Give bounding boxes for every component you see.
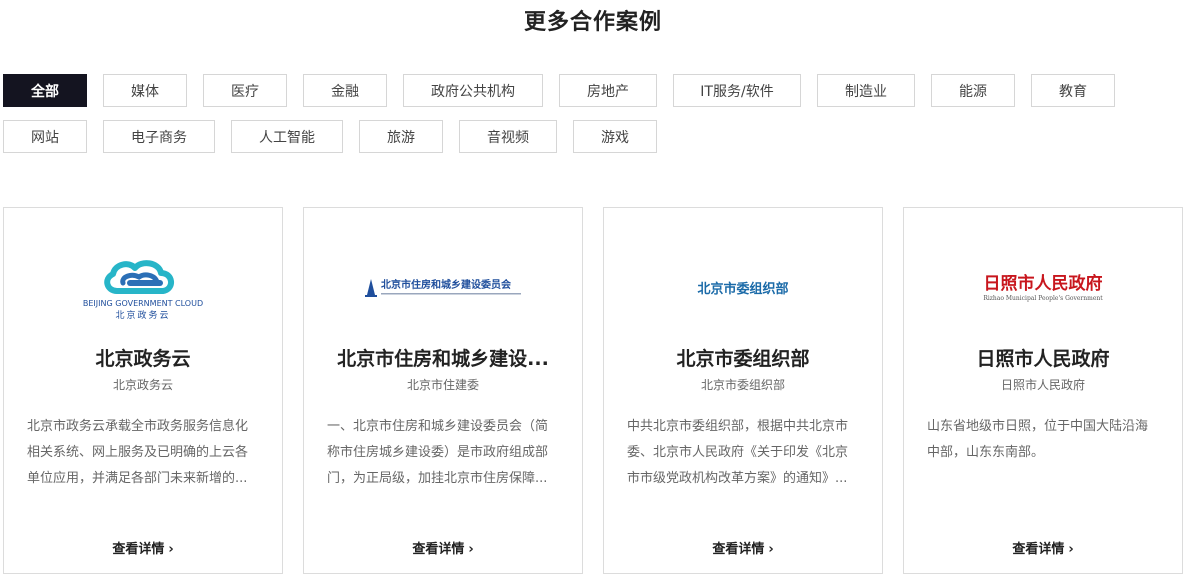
filter-tag-medical[interactable]: 医疗 — [203, 74, 287, 107]
case-card[interactable]: 北京市委组织部 北京市委组织部 北京市委组织部 中共北京市委组织部，根据中共北京… — [603, 207, 883, 574]
logo-en-text: Rizhao Municipal People's Government — [983, 295, 1103, 302]
case-cards: BEIJING GOVERNMENT CLOUD 北京政务云 北京政务云 北京政… — [3, 207, 1183, 574]
logo-cn-text: 北京政务云 — [115, 309, 170, 321]
filter-tag-ai[interactable]: 人工智能 — [231, 120, 343, 153]
card-title: 日照市人民政府 — [976, 348, 1110, 370]
card-description: 山东省地级市日照，位于中国大陆沿海中部，山东东南部。 — [927, 419, 1149, 460]
filter-row-1: 全部 媒体 医疗 金融 政府公共机构 房地产 IT服务/软件 制造业 能源 教育 — [3, 74, 1186, 107]
card-title: 北京市委组织部 — [676, 348, 810, 370]
filter-tag-ecommerce[interactable]: 电子商务 — [103, 120, 215, 153]
card-subtitle: 北京政务云 — [112, 378, 173, 392]
chevron-right-icon: › — [168, 542, 174, 557]
case-card[interactable]: 北京市住房和城乡建设委员会 北京市住房和城乡建设... 北京市住建委 一、北京市… — [303, 207, 583, 574]
chevron-right-icon: › — [1068, 542, 1074, 557]
logo-cn-text: 北京市住房和城乡建设委员会 — [381, 278, 511, 291]
view-details-label: 查看详情 — [412, 542, 465, 557]
view-details-link[interactable]: 查看详情 › — [604, 538, 882, 557]
case-card[interactable]: BEIJING GOVERNMENT CLOUD 北京政务云 北京政务云 北京政… — [3, 207, 283, 574]
filter-tag-all[interactable]: 全部 — [3, 74, 87, 107]
filter-tag-travel[interactable]: 旅游 — [359, 120, 443, 153]
view-details-label: 查看详情 — [712, 542, 765, 557]
card-description: 北京市政务云承载全市政务服务信息化相关系统、网上服务及已明确的上云各单位应用，并… — [27, 419, 249, 486]
beijing-housing-logo: 北京市住房和城乡建设委员会 — [304, 238, 582, 338]
case-card[interactable]: 日照市人民政府 Rizhao Municipal People's Govern… — [903, 207, 1183, 574]
housing-emblem-icon: 北京市住房和城乡建设委员会 — [365, 278, 521, 297]
filter-tag-real-estate[interactable]: 房地产 — [559, 74, 657, 107]
chevron-right-icon: › — [768, 542, 774, 557]
logo-cn-text: 日照市人民政府 — [984, 273, 1103, 294]
filter-tag-media[interactable]: 媒体 — [103, 74, 187, 107]
card-description: 一、北京市住房和城乡建设委员会（简称市住房城乡建设委）是市政府组成部门，为正局级… — [327, 419, 549, 486]
filter-tag-audio-video[interactable]: 音视频 — [459, 120, 557, 153]
filter-tag-website[interactable]: 网站 — [3, 120, 87, 153]
filter-row-2: 网站 电子商务 人工智能 旅游 音视频 游戏 — [3, 120, 1186, 153]
filter-tag-energy[interactable]: 能源 — [931, 74, 1015, 107]
card-subtitle: 北京市委组织部 — [700, 378, 785, 392]
filter-tag-games[interactable]: 游戏 — [573, 120, 657, 153]
card-subtitle: 北京市住建委 — [406, 378, 479, 392]
logo-en-text: BEIJING GOVERNMENT CLOUD — [83, 299, 203, 308]
view-details-label: 查看详情 — [112, 542, 165, 557]
org-dept-logo-icon: 北京市委组织部 — [697, 281, 788, 297]
card-title: 北京政务云 — [95, 348, 191, 370]
filter-tag-government[interactable]: 政府公共机构 — [403, 74, 543, 107]
view-details-link[interactable]: 查看详情 › — [4, 538, 282, 557]
rizhao-gov-logo: 日照市人民政府 Rizhao Municipal People's Govern… — [904, 238, 1182, 338]
rizhao-logo-icon: 日照市人民政府 Rizhao Municipal People's Govern… — [983, 273, 1103, 302]
filter-tag-education[interactable]: 教育 — [1031, 74, 1115, 107]
view-details-label: 查看详情 — [1012, 542, 1065, 557]
beijing-gov-cloud-logo: BEIJING GOVERNMENT CLOUD 北京政务云 — [4, 238, 282, 338]
filter-tag-it-services[interactable]: IT服务/软件 — [673, 74, 801, 107]
card-description: 中共北京市委组织部，根据中共北京市委、北京市人民政府《关于印发《北京市市级党政机… — [627, 419, 849, 486]
filter-tag-manufacturing[interactable]: 制造业 — [817, 74, 915, 107]
filter-tags: 全部 媒体 医疗 金融 政府公共机构 房地产 IT服务/软件 制造业 能源 教育… — [3, 74, 1186, 166]
card-subtitle: 日照市人民政府 — [1000, 378, 1085, 392]
view-details-link[interactable]: 查看详情 › — [904, 538, 1182, 557]
view-details-link[interactable]: 查看详情 › — [304, 538, 582, 557]
filter-tag-finance[interactable]: 金融 — [303, 74, 387, 107]
card-title: 北京市住房和城乡建设... — [337, 348, 549, 370]
cloud-logo-icon: BEIJING GOVERNMENT CLOUD 北京政务云 — [83, 260, 203, 321]
page-title: 更多合作案例 — [523, 10, 662, 35]
logo-cn-text: 北京市委组织部 — [697, 281, 788, 297]
chevron-right-icon: › — [468, 542, 474, 557]
beijing-org-dept-logo: 北京市委组织部 — [604, 238, 882, 338]
